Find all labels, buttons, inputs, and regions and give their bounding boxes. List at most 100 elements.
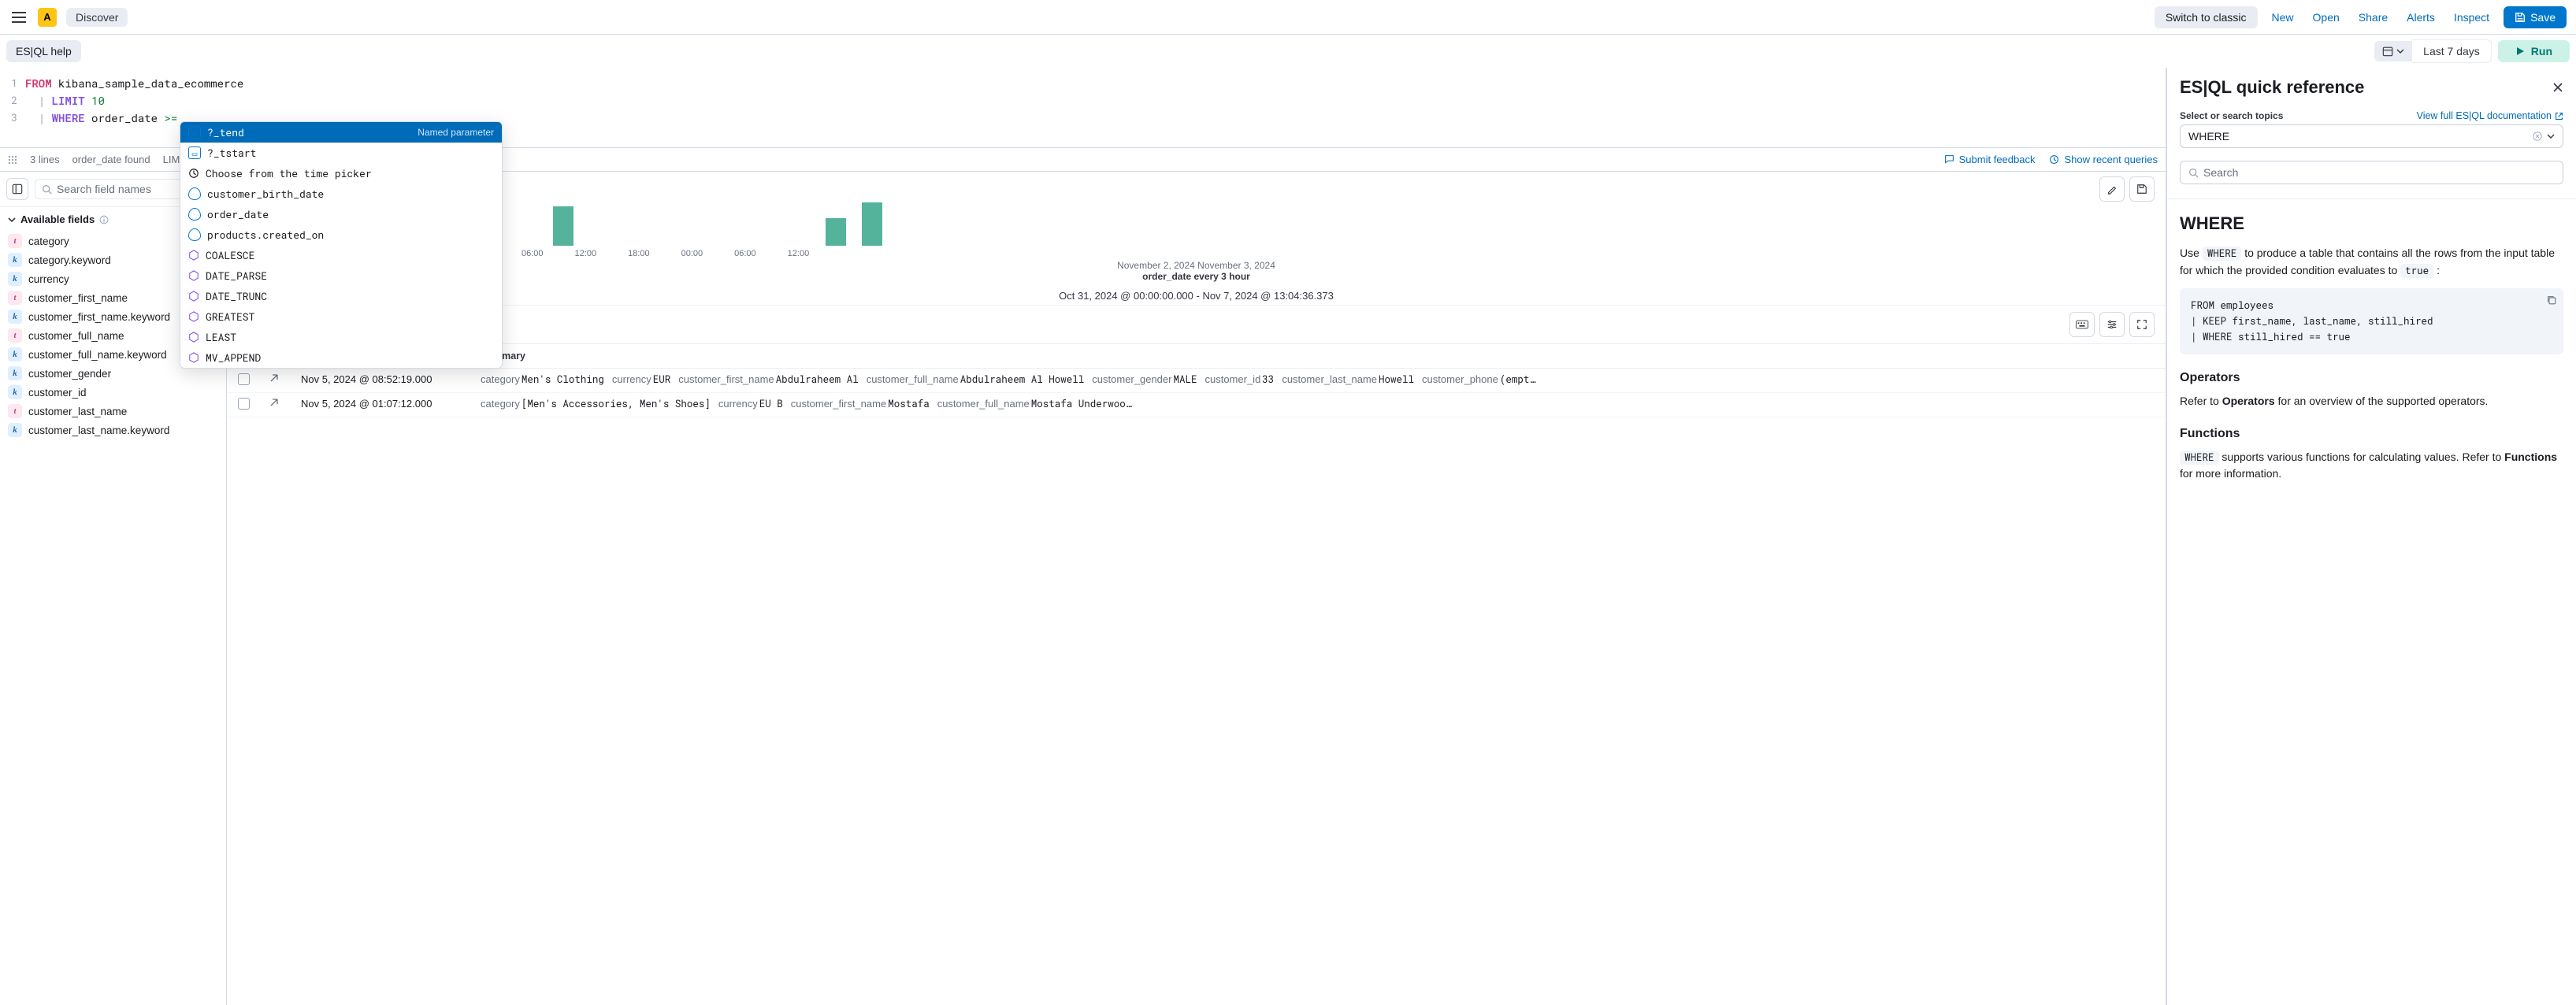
expand-row-icon[interactable] bbox=[269, 398, 287, 407]
suggestion-item[interactable]: products.created_on bbox=[180, 224, 502, 245]
field-type-icon: k bbox=[8, 385, 22, 399]
column-summary[interactable]: Summary bbox=[481, 350, 2155, 362]
topics-label: Select or search topics bbox=[2180, 110, 2283, 121]
row-checkbox[interactable] bbox=[238, 398, 250, 410]
lines-count: 3 lines bbox=[30, 154, 60, 165]
menu-icon[interactable] bbox=[9, 8, 28, 27]
clear-icon[interactable] bbox=[2533, 132, 2542, 141]
results-tabs: Results (10) Field statistics bbox=[227, 306, 2166, 344]
query-bar: ES|QL help Last 7 days Run bbox=[0, 35, 2576, 68]
submit-feedback-link[interactable]: Submit feedback bbox=[1944, 154, 2036, 165]
save-button[interactable]: Save bbox=[2504, 6, 2567, 28]
field-type-icon: k bbox=[8, 310, 22, 324]
table-row[interactable]: Nov 5, 2024 @ 08:52:19.000 categoryMen's … bbox=[227, 369, 2166, 393]
esql-help-button[interactable]: ES|QL help bbox=[6, 40, 81, 62]
field-type-icon: t bbox=[8, 328, 22, 343]
view-docs-link[interactable]: View full ES|QL documentation bbox=[2417, 110, 2563, 121]
suggestion-item[interactable]: Choose from the time picker bbox=[180, 163, 502, 184]
share-link[interactable]: Share bbox=[2354, 8, 2392, 27]
suggestion-item[interactable]: DATE_TRUNC bbox=[180, 286, 502, 306]
suggestion-popup: ▭?_tendNamed parameter▭?_tstartChoose fr… bbox=[180, 121, 503, 369]
chevron-down-icon bbox=[2396, 47, 2404, 55]
field-type-icon: k bbox=[8, 347, 22, 362]
switch-to-classic-button[interactable]: Switch to classic bbox=[2155, 6, 2258, 28]
field-type-icon: k bbox=[8, 253, 22, 267]
chevron-down-icon bbox=[8, 216, 16, 224]
chart-title: order_date every 3 hour bbox=[238, 271, 2155, 282]
save-label: Save bbox=[2530, 11, 2556, 24]
field-type-icon: t bbox=[8, 234, 22, 248]
grip-icon[interactable] bbox=[8, 155, 17, 165]
display-options-button[interactable] bbox=[2099, 312, 2125, 337]
cell-order-date: Nov 5, 2024 @ 08:52:19.000 bbox=[301, 373, 466, 385]
ref-code-example: FROM employees | KEEP first_name, last_n… bbox=[2180, 288, 2563, 354]
edit-visualization-button[interactable] bbox=[2099, 176, 2125, 202]
info-icon[interactable] bbox=[99, 215, 109, 224]
search-icon bbox=[42, 184, 52, 195]
ref-paragraph: Use WHERE to produce a table that contai… bbox=[2180, 245, 2563, 279]
suggestion-item[interactable]: LEAST bbox=[180, 327, 502, 347]
field-type-icon: k bbox=[8, 366, 22, 380]
search-icon bbox=[2188, 168, 2199, 178]
suggestion-item[interactable]: ▭?_tstart bbox=[180, 143, 502, 163]
row-checkbox[interactable] bbox=[238, 373, 250, 385]
cell-summary: category[Men's Accessories, Men's Shoes]… bbox=[481, 398, 2155, 410]
suggestion-item[interactable]: ▭?_tendNamed parameter bbox=[180, 122, 502, 143]
inspect-link[interactable]: Inspect bbox=[2449, 8, 2494, 27]
suggestion-item[interactable]: MV_APPEND bbox=[180, 347, 502, 368]
alerts-link[interactable]: Alerts bbox=[2402, 8, 2440, 27]
ref-functions-heading: Functions bbox=[2180, 425, 2563, 444]
save-icon bbox=[2515, 12, 2526, 23]
ref-section-title: WHERE bbox=[2180, 210, 2563, 237]
fullscreen-button[interactable] bbox=[2129, 312, 2155, 337]
keyboard-shortcuts-button[interactable] bbox=[2069, 312, 2095, 337]
field-type-icon: k bbox=[8, 272, 22, 286]
avatar[interactable]: A bbox=[38, 8, 57, 27]
calendar-icon[interactable] bbox=[2374, 41, 2412, 61]
suggestion-item[interactable]: DATE_PARSE bbox=[180, 265, 502, 286]
table-header: order_date Summary bbox=[227, 344, 2166, 369]
save-visualization-button[interactable] bbox=[2129, 176, 2155, 202]
open-link[interactable]: Open bbox=[2308, 8, 2344, 27]
breadcrumb-discover[interactable]: Discover bbox=[66, 8, 128, 27]
line-number: 1 bbox=[0, 76, 25, 90]
suggestion-item[interactable]: order_date bbox=[180, 204, 502, 224]
field-item[interactable]: tcustomer_last_name bbox=[0, 402, 226, 421]
histogram-bar[interactable] bbox=[553, 206, 573, 246]
topic-select[interactable]: WHERE bbox=[2180, 124, 2563, 148]
table-row[interactable]: Nov 5, 2024 @ 01:07:12.000 category[Men's… bbox=[227, 393, 2166, 417]
copy-icon[interactable] bbox=[2546, 295, 2557, 306]
ref-paragraph: Refer to Operators for an overview of th… bbox=[2180, 393, 2563, 410]
close-icon[interactable] bbox=[2552, 82, 2563, 93]
ref-operators-heading: Operators bbox=[2180, 369, 2563, 388]
cell-summary: categoryMen's ClothingcurrencyEURcustome… bbox=[481, 373, 2155, 386]
histogram-bar[interactable] bbox=[862, 202, 882, 246]
date-range-label[interactable]: Last 7 days bbox=[2412, 39, 2492, 63]
cell-order-date: Nov 5, 2024 @ 01:07:12.000 bbox=[301, 398, 466, 410]
suggestion-item[interactable]: GREATEST bbox=[180, 306, 502, 327]
histogram-bar[interactable] bbox=[826, 218, 846, 246]
line-number: 2 bbox=[0, 93, 25, 107]
new-link[interactable]: New bbox=[2267, 8, 2299, 27]
reference-search-input[interactable]: Search bbox=[2180, 161, 2563, 184]
recent-queries-link[interactable]: Show recent queries bbox=[2049, 154, 2158, 165]
ref-paragraph: WHERE supports various functions for cal… bbox=[2180, 449, 2563, 483]
run-button[interactable]: Run bbox=[2498, 40, 2570, 62]
suggestion-item[interactable]: COALESCE bbox=[180, 245, 502, 265]
sidebar-collapse-button[interactable] bbox=[6, 178, 28, 200]
field-found: order_date found bbox=[72, 154, 150, 165]
suggestion-item[interactable]: customer_birth_date bbox=[180, 184, 502, 204]
esql-editor[interactable]: 1FROM kibana_sample_data_ecommerce 2 | L… bbox=[0, 68, 2166, 148]
histogram-chart: 06:0012:0018:0000:0006:0012:00 November … bbox=[227, 172, 2166, 306]
date-picker[interactable]: Last 7 days bbox=[2374, 39, 2492, 63]
field-item[interactable]: kcustomer_last_name.keyword bbox=[0, 421, 226, 439]
field-item[interactable]: kcustomer_id bbox=[0, 383, 226, 402]
expand-row-icon[interactable] bbox=[269, 373, 287, 383]
field-type-icon: k bbox=[8, 423, 22, 437]
topbar: A Discover Switch to classic New Open Sh… bbox=[0, 0, 2576, 35]
history-icon bbox=[2049, 154, 2059, 165]
external-link-icon bbox=[2555, 112, 2563, 121]
comment-icon bbox=[1944, 154, 1954, 165]
play-icon bbox=[2515, 46, 2525, 56]
run-label: Run bbox=[2531, 45, 2552, 57]
